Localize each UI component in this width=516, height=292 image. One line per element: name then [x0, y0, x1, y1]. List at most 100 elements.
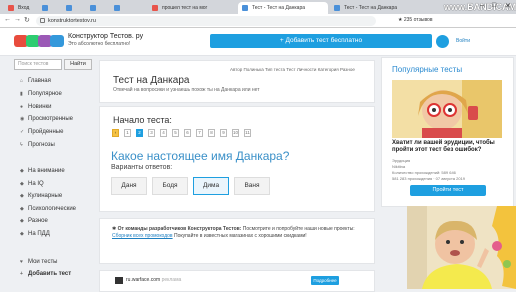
rating-badge[interactable]: ★ 235 отзывов — [398, 17, 433, 23]
browser-tab[interactable] — [86, 2, 108, 14]
user-avatar[interactable] — [436, 35, 449, 48]
sidebar-item[interactable]: ⌂ Главная — [20, 78, 51, 84]
start-title: Начало теста: — [113, 115, 172, 125]
sidebar-item-label: Разное — [28, 218, 48, 224]
logo-piece — [50, 35, 64, 47]
popular-date: 581 283 прохождения · 07 августа 2019 — [392, 176, 466, 181]
promo-link[interactable]: Сборник всех промокодов — [112, 233, 173, 239]
take-test-button[interactable]: Пройти тест — [410, 185, 486, 196]
pager-item[interactable]: 2 — [136, 129, 143, 137]
pager-item[interactable]: 11 — [244, 129, 251, 137]
chart-icon: ▮ — [20, 90, 23, 97]
sidebar-item[interactable]: ◆ На IQ — [20, 181, 44, 187]
ad-url-text: ru.warface.com — [126, 277, 161, 283]
ad-logo-icon — [115, 277, 123, 284]
sidebar-item-label: Кулинарные — [28, 193, 63, 199]
tab-label: Тест - Тест на Данкара — [344, 5, 398, 11]
notice-card — [99, 218, 375, 264]
url-text: konstruktortestov.ru — [48, 18, 96, 24]
pager-item[interactable]: 5 — [172, 129, 179, 137]
answer-option[interactable]: Даня — [111, 177, 147, 195]
pager-item[interactable]: 7 — [196, 129, 203, 137]
maximize-icon[interactable]: □ — [492, 2, 496, 9]
sidebar-item[interactable]: ✓ Пройденные — [20, 129, 63, 135]
sidebar-item[interactable]: ◆ На внимание — [20, 168, 65, 174]
login-link[interactable]: Войти — [456, 38, 470, 44]
sidebar-item[interactable]: ◆ На ПДД — [20, 231, 50, 237]
site-name[interactable]: Конструктор Тестов. ру — [68, 33, 143, 40]
tab-label: Тест - Тест на Данкара — [252, 5, 306, 11]
test-subtitle: Отвечай на вопросики и узнаешь похож ты … — [113, 87, 260, 93]
browser-tab[interactable]: Тест - Тест на Данкара — [330, 2, 420, 14]
answer-option[interactable]: Бодя — [152, 177, 188, 195]
new-icon: ● — [20, 103, 24, 110]
forward-icon[interactable]: → — [14, 16, 21, 23]
pager-item[interactable]: 8 — [208, 129, 215, 137]
browser-chrome: Вход прошел тест на мог Тест - Тест на Дан… — [0, 0, 516, 28]
test-meta: Автор Полинька Тип теста Тест Личности К… — [230, 67, 355, 72]
find-button[interactable]: Найти — [64, 59, 92, 70]
sidebar-item[interactable]: ϟ Прогнозы — [20, 142, 55, 148]
add-test-button[interactable]: + Добавить тест бесплатно — [210, 34, 432, 48]
sidebar-item[interactable]: ◉ Просмотренные — [20, 116, 73, 122]
popular-author[interactable]: Nikitina — [392, 164, 405, 169]
popular-test-image[interactable] — [392, 80, 502, 138]
browser-tab[interactable]: Тест - Тест на Данкара — [238, 2, 328, 14]
tab-label: Вход — [18, 5, 30, 11]
browser-tab[interactable] — [110, 2, 146, 14]
sidebar-item-label: Добавить тест — [28, 271, 72, 277]
pager-item[interactable]: 4 — [160, 129, 167, 137]
browser-tab[interactable]: Вход — [4, 2, 36, 14]
sidebar-item[interactable]: ◆ Разное — [20, 218, 48, 224]
sidebar-item[interactable]: ◆ Психологические — [20, 206, 76, 212]
site-header: Конструктор Тестов. ру Это абсолютно бес… — [0, 28, 516, 56]
pager-item[interactable]: 9 — [220, 129, 227, 137]
browser-tab[interactable]: прошел тест на мог — [148, 2, 236, 14]
sidebar-item[interactable]: ● Новинки — [20, 104, 52, 110]
sidebar-item-label: На внимание — [28, 168, 65, 174]
ad-url[interactable]: ru.warface.com реклама — [126, 277, 181, 283]
browser-tab[interactable] — [38, 2, 60, 14]
tab-favicon-icon — [90, 5, 96, 11]
address-bar-row: ← → ↻ konstruktortestov.ru — [0, 14, 516, 28]
pager-prev-icon[interactable]: ‹ — [112, 129, 119, 137]
tab-strip: Вход прошел тест на мог Тест - Тест на Дан… — [0, 0, 516, 14]
pager-item[interactable]: 3 — [148, 129, 155, 137]
sidebar-item-label: Главная — [28, 78, 51, 84]
notice-tail: Покупайте в известных магазинах с хороши… — [172, 233, 307, 239]
reload-icon[interactable]: ↻ — [24, 16, 30, 24]
minimize-icon[interactable]: – — [480, 2, 484, 9]
close-icon[interactable]: ✕ — [505, 2, 511, 10]
heart-icon: ♥ — [20, 259, 23, 265]
question-text: Какое настоящее имя Данкара? — [111, 149, 290, 163]
developer-notice: ✱ От команды разработчиков Конструктора … — [112, 226, 368, 240]
browser-tab[interactable] — [62, 2, 84, 14]
pager-item[interactable]: 1 — [124, 129, 131, 137]
answer-option[interactable]: Ваня — [234, 177, 270, 195]
pager-item[interactable]: 6 — [184, 129, 191, 137]
ad-tag: реклама — [161, 277, 182, 283]
sidebar-item[interactable]: + Добавить тест — [20, 271, 71, 277]
popular-caption[interactable]: Хватит ли вашей эрудиции, чтобы пройти э… — [392, 140, 507, 154]
ad-more-button[interactable]: Подробнее — [311, 276, 339, 285]
bolt-icon: ϟ — [20, 142, 23, 148]
sidebar-item[interactable]: ♥ Мои тесты — [20, 259, 58, 265]
webcam-person-image — [407, 206, 516, 289]
pager-item[interactable]: 10 — [232, 129, 239, 137]
search-input[interactable]: Поиск тестов — [14, 59, 62, 70]
plus-icon: + — [20, 271, 23, 277]
site-logo[interactable] — [14, 35, 66, 47]
popular-title[interactable]: Популярные тесты — [392, 65, 462, 74]
home-icon: ⌂ — [20, 78, 24, 84]
sidebar-item-label: На ПДД — [28, 230, 50, 237]
lock-icon — [40, 18, 45, 23]
tab-label: прошел тест на мог — [162, 5, 208, 11]
tab-favicon-icon — [42, 5, 48, 11]
sidebar-item[interactable]: ▮ Популярное — [20, 91, 62, 97]
tab-favicon-icon — [242, 5, 248, 11]
sidebar-item[interactable]: ◆ Кулинарные — [20, 193, 62, 199]
back-icon[interactable]: ← — [4, 16, 11, 23]
url-field[interactable]: konstruktortestov.ru — [36, 16, 376, 26]
answer-option[interactable]: Дима — [193, 177, 229, 195]
girl-with-glasses-image — [392, 80, 502, 138]
